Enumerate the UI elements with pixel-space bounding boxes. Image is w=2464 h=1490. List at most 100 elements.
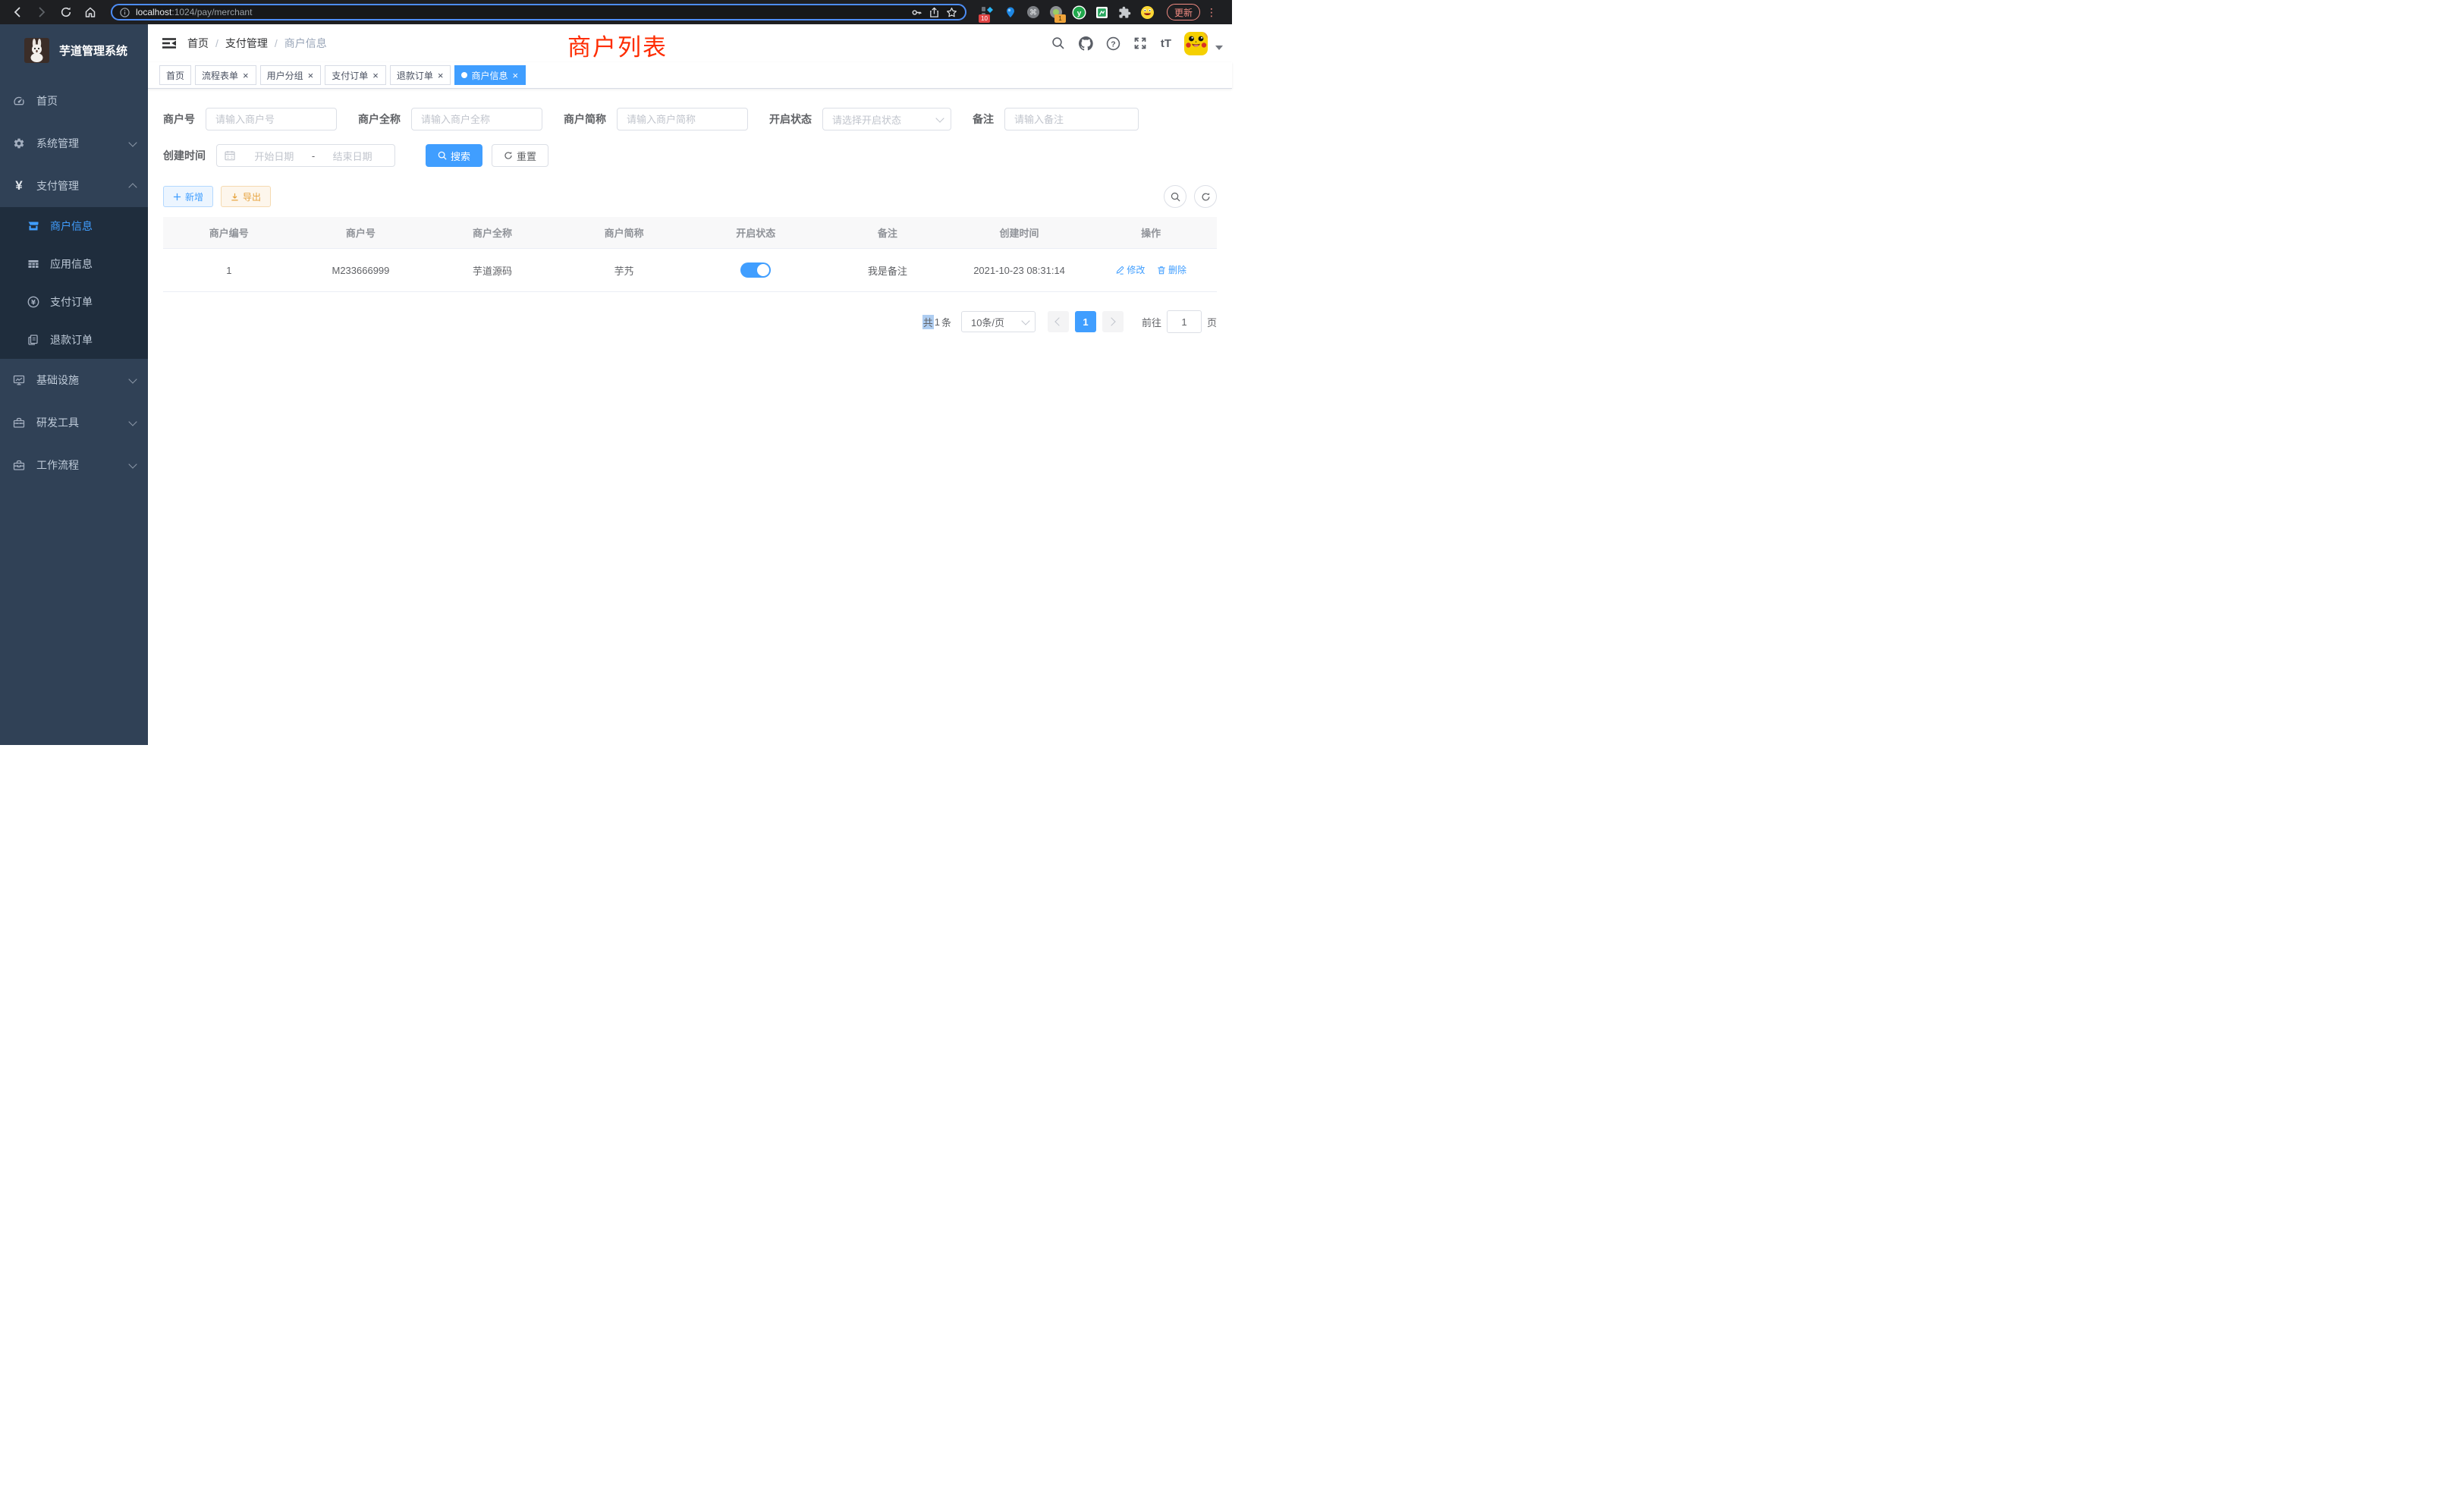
tab-close-icon[interactable]: × <box>242 71 250 80</box>
browser-menu-icon[interactable]: ⋮ <box>1206 6 1215 19</box>
col-merchant-id: 商户编号 <box>163 217 295 249</box>
table-row: 1 M233666999 芋道源码 芋艿 我是备注 2021-10-23 08:… <box>163 249 1217 292</box>
briefcase-icon <box>13 459 25 471</box>
status-toggle[interactable] <box>740 262 771 278</box>
sidebar-logo-row[interactable]: 芋道管理系统 <box>0 24 148 74</box>
next-page-button[interactable] <box>1102 311 1124 332</box>
screen: localhost:1024/pay/merchant 10 ⌘ <box>0 0 1232 745</box>
url-bar[interactable]: localhost:1024/pay/merchant <box>111 4 966 20</box>
table-header-row: 商户编号 商户号 商户全称 商户简称 开启状态 备注 创建时间 操作 <box>163 217 1217 249</box>
full-name-input[interactable] <box>411 108 542 130</box>
status-select[interactable]: 请选择开启状态 <box>822 108 951 130</box>
github-icon[interactable] <box>1079 36 1093 51</box>
ext-command-icon[interactable]: ⌘ <box>1026 5 1041 20</box>
ext-notes-icon[interactable] <box>1094 5 1109 20</box>
fullscreen-icon[interactable] <box>1133 36 1148 51</box>
tab-process-form[interactable]: 流程表单× <box>195 65 256 85</box>
merchant-table: 商户编号 商户号 商户全称 商户简称 开启状态 备注 创建时间 操作 1 <box>163 217 1217 292</box>
password-key-icon[interactable] <box>911 7 922 18</box>
browser-forward-icon[interactable] <box>32 2 52 22</box>
tab-close-icon[interactable]: × <box>372 71 379 80</box>
sidebar-item-app-info[interactable]: 应用信息 <box>0 245 148 283</box>
cell-create-time: 2021-10-23 08:31:14 <box>954 249 1086 292</box>
breadcrumb-payment[interactable]: 支付管理 <box>225 36 268 51</box>
bookmark-star-icon[interactable] <box>946 7 957 18</box>
sidebar-item-system[interactable]: 系统管理 <box>0 122 148 165</box>
sidebar-item-dev-tools[interactable]: 研发工具 <box>0 401 148 444</box>
edit-button[interactable]: 修改 <box>1115 263 1145 276</box>
ext-y-icon[interactable]: y <box>1071 5 1086 20</box>
sidebar-toggle-icon[interactable] <box>156 30 183 57</box>
pagination-total: 共 1 条 <box>922 315 952 329</box>
pagination-jumper: 前往 页 <box>1142 310 1217 333</box>
tab-pay-order[interactable]: 支付订单× <box>325 65 386 85</box>
prev-page-button[interactable] <box>1048 311 1069 332</box>
sidebar-item-label: 系统管理 <box>36 136 79 151</box>
avatar-caret-icon[interactable] <box>1215 46 1223 50</box>
browser-chrome: localhost:1024/pay/merchant 10 ⌘ <box>0 0 1232 24</box>
ext-emoji-icon[interactable] <box>1139 5 1155 20</box>
short-name-input[interactable] <box>617 108 748 130</box>
svg-text:⌘: ⌘ <box>1029 9 1037 17</box>
tab-label: 退款订单 <box>397 69 433 82</box>
field-create-time: 创建时间 开始日期 - 结束日期 <box>163 144 395 167</box>
export-button[interactable]: 导出 <box>221 186 271 207</box>
tab-close-icon[interactable]: × <box>511 71 519 80</box>
create-time-range-picker[interactable]: 开始日期 - 结束日期 <box>216 144 395 167</box>
cell-merchant-id: 1 <box>163 249 295 292</box>
tab-refund-order[interactable]: 退款订单 × <box>390 65 451 85</box>
remark-input[interactable] <box>1004 108 1139 130</box>
toggle-search-icon[interactable] <box>1164 185 1186 208</box>
page-size-select[interactable]: 10条/页 <box>961 311 1036 332</box>
add-button[interactable]: 新增 <box>163 186 213 207</box>
delete-button[interactable]: 删除 <box>1157 263 1186 276</box>
sidebar-item-pay-order[interactable]: ¥ 支付订单 <box>0 283 148 321</box>
avatar[interactable] <box>1184 32 1208 55</box>
navbar-icons: ? tT <box>1051 32 1223 55</box>
field-label: 商户号 <box>163 112 195 127</box>
goto-page-input[interactable] <box>1167 310 1202 333</box>
site-info-icon[interactable] <box>120 8 130 17</box>
tab-close-icon[interactable]: × <box>307 71 315 80</box>
reset-button[interactable]: 重置 <box>492 144 548 167</box>
field-short-name: 商户简称 <box>564 108 748 130</box>
sidebar-item-workflow[interactable]: 工作流程 <box>0 444 148 486</box>
ext-tabs-icon[interactable]: 10 <box>980 5 995 20</box>
tab-home[interactable]: 首页 <box>159 65 191 85</box>
table-grid-icon <box>27 258 39 270</box>
sidebar: 芋道管理系统 首页 系统管理 ¥ <box>0 24 148 745</box>
sidebar-item-infra[interactable]: 基础设施 <box>0 359 148 401</box>
cell-full-name: 芋道源码 <box>426 249 558 292</box>
page-number-1[interactable]: 1 <box>1075 311 1096 332</box>
field-label: 商户简称 <box>564 112 606 127</box>
share-icon[interactable] <box>929 7 940 18</box>
search-icon[interactable] <box>1051 36 1066 51</box>
search-button[interactable]: 搜索 <box>426 144 482 167</box>
reset-button-label: 重置 <box>517 149 536 163</box>
pagination: 共 1 条 10条/页 1 前往 页 <box>163 310 1217 333</box>
edit-label: 修改 <box>1127 263 1145 276</box>
browser-back-icon[interactable] <box>8 2 27 22</box>
sidebar-item-home[interactable]: 首页 <box>0 80 148 122</box>
browser-home-icon[interactable] <box>80 2 100 22</box>
sidebar-menu: 首页 系统管理 ¥ 支付管理 <box>0 80 148 486</box>
extensions-puzzle-icon[interactable] <box>1117 5 1132 20</box>
sidebar-item-merchant-info[interactable]: 商户信息 <box>0 207 148 245</box>
ext-recorder-icon[interactable]: 1 <box>1048 5 1064 20</box>
cell-short-name: 芋艿 <box>558 249 690 292</box>
sidebar-item-payment[interactable]: ¥ 支付管理 <box>0 165 148 207</box>
sidebar-item-refund-order[interactable]: 退款订单 <box>0 321 148 359</box>
tab-close-icon[interactable]: × <box>437 71 445 80</box>
goto-prefix: 前往 <box>1142 315 1161 329</box>
refresh-icon[interactable] <box>1194 185 1217 208</box>
help-icon[interactable]: ? <box>1106 36 1120 51</box>
ext-pin-icon[interactable] <box>1003 5 1018 20</box>
active-tab-dot <box>461 72 467 78</box>
breadcrumb-home[interactable]: 首页 <box>187 36 209 51</box>
merchant-no-input[interactable] <box>206 108 337 130</box>
font-size-icon[interactable]: tT <box>1161 37 1171 50</box>
browser-update-button[interactable]: 更新 <box>1167 4 1200 20</box>
tab-user-group[interactable]: 用户分组× <box>260 65 322 85</box>
browser-reload-icon[interactable] <box>56 2 76 22</box>
tab-merchant-info[interactable]: 商户信息× <box>454 65 526 85</box>
